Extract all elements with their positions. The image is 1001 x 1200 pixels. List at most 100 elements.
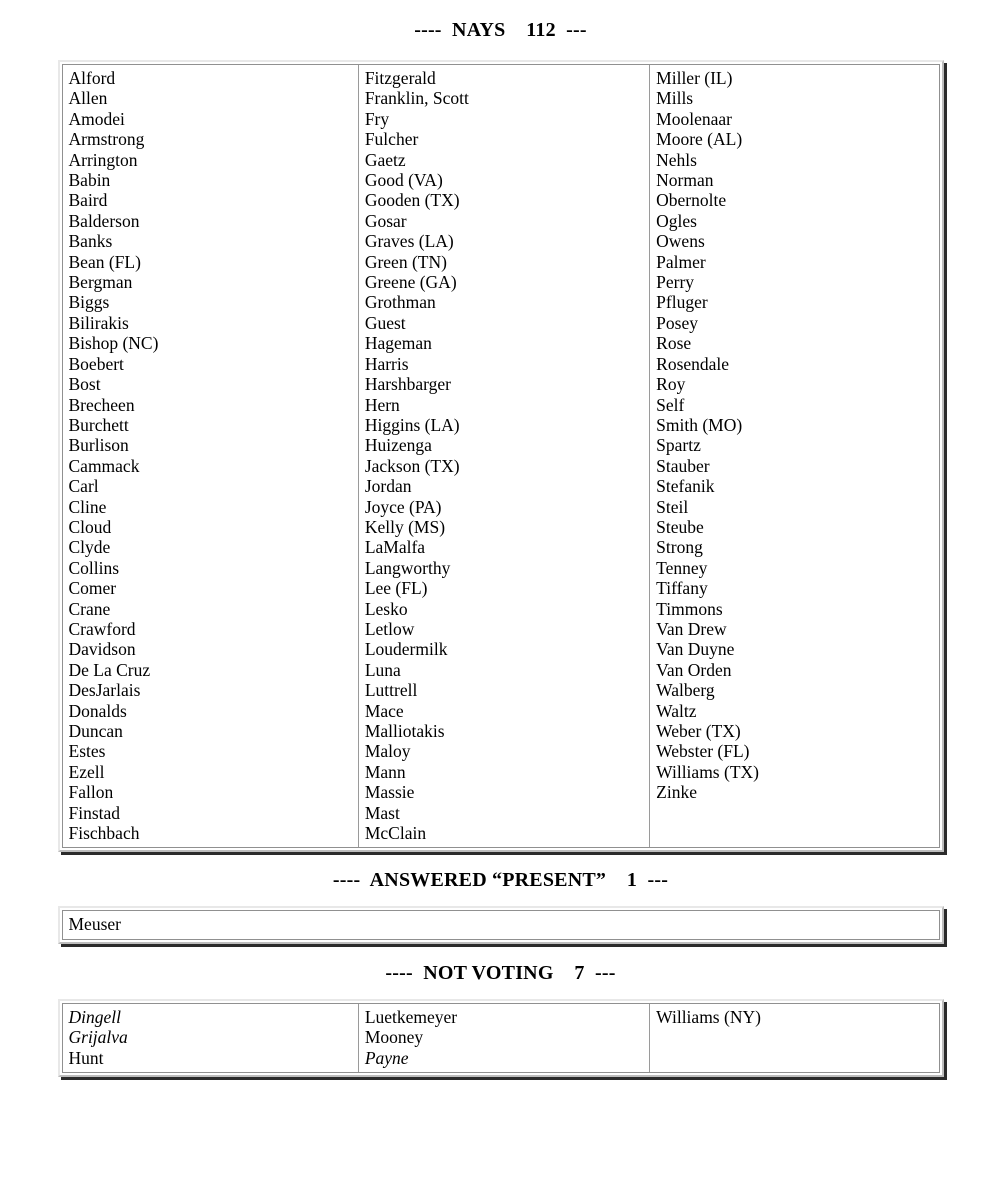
nays-column-1: Alford Allen Amodei Armstrong Arrington …: [63, 65, 359, 848]
list-item: Rosendale: [656, 353, 730, 374]
list-item: Arrington: [68, 149, 138, 170]
list-item: Gosar: [364, 210, 407, 231]
list-item: Ezell: [68, 761, 105, 782]
list-item: Tenney: [656, 557, 708, 578]
nays-column-3: Miller (IL) Mills Moolenaar Moore (AL) N…: [650, 65, 938, 847]
list-item: Gooden (TX): [364, 190, 460, 211]
list-item: Fulcher: [364, 129, 419, 150]
present-column-1: Meuser: [63, 911, 939, 938]
list-item: Armstrong: [68, 129, 145, 150]
list-item: Mooney: [364, 1027, 424, 1048]
list-item: Collins: [68, 557, 120, 578]
list-item: Stefanik: [656, 476, 715, 497]
not-voting-column-1: Dingell Grijalva Hunt: [63, 1003, 359, 1073]
list-item: Walberg: [656, 680, 715, 701]
list-item: Grijalva: [68, 1027, 128, 1048]
list-item: Williams (TX): [656, 761, 759, 782]
list-item: Brecheen: [68, 394, 135, 415]
nays-section-heading: ---- NAYS 112 ---: [414, 19, 587, 41]
list-item: Weber (TX): [656, 721, 741, 741]
list-item: Davidson: [68, 639, 136, 660]
list-item: Mann: [364, 761, 406, 782]
list-item: LaMalfa: [364, 537, 426, 558]
list-item: Moore (AL): [656, 129, 743, 150]
list-item: Perry: [656, 272, 695, 293]
list-item: Huizenga: [364, 435, 432, 456]
list-item: Harris: [364, 353, 409, 374]
list-item: Babin: [68, 170, 111, 191]
list-item: Bilirakis: [68, 312, 129, 333]
list-item: Burlison: [68, 435, 129, 456]
list-item: Higgins (LA): [364, 414, 460, 435]
list-item: Harshbarger: [364, 374, 451, 395]
list-item: Steube: [656, 516, 704, 537]
list-item: Alford: [68, 68, 116, 88]
list-item: Waltz: [656, 700, 697, 721]
present-table-inner: Meuser: [61, 910, 940, 940]
list-item: Fry: [364, 108, 390, 129]
list-item: Jordan: [364, 476, 412, 497]
list-item: Cline: [68, 496, 107, 517]
list-item: Allen: [68, 88, 108, 109]
list-item: Crane: [68, 598, 111, 619]
list-item: Palmer: [656, 251, 706, 272]
list-item: Finstad: [68, 802, 121, 823]
list-item: Joyce (PA): [364, 496, 442, 517]
list-item: Self: [656, 394, 685, 415]
list-item: Ogles: [656, 210, 697, 231]
list-item: Hageman: [364, 333, 432, 354]
list-item: Banks: [68, 231, 113, 252]
vote-tally-page: ---- NAYS 112 --- Alford Allen Amodei Ar…: [0, 0, 1001, 1200]
not-voting-table-inner: Dingell Grijalva Hunt Luetkemeyer Mooney…: [61, 1002, 940, 1074]
nays-vote-table: Alford Allen Amodei Armstrong Arrington …: [57, 60, 944, 853]
list-item: De La Cruz: [68, 659, 151, 680]
list-item: Fitzgerald: [364, 68, 436, 88]
list-item: Crawford: [68, 618, 136, 639]
list-item: Van Duyne: [656, 639, 735, 660]
list-item: Cloud: [68, 516, 112, 537]
list-item: Good (VA): [364, 170, 443, 191]
list-item: Steil: [656, 496, 689, 517]
not-voting-column-3: Williams (NY): [650, 1004, 938, 1072]
list-item: Green (TN): [364, 251, 447, 272]
list-item: Clyde: [68, 537, 111, 558]
list-item: Lesko: [364, 598, 408, 619]
list-item: Cammack: [68, 455, 140, 476]
list-item: Owens: [656, 231, 705, 252]
list-item: McClain: [364, 823, 427, 844]
list-item: Mast: [364, 802, 400, 823]
list-item: Grothman: [364, 292, 436, 313]
list-item: Miller (IL): [656, 68, 733, 88]
list-item: Bergman: [68, 272, 133, 293]
list-item: Balderson: [68, 210, 140, 231]
list-item: Malliotakis: [364, 721, 445, 741]
present-section-heading: ---- ANSWERED “PRESENT” 1 ---: [332, 869, 669, 892]
list-item: Langworthy: [364, 557, 451, 578]
not-voting-column-2: Luetkemeyer Mooney Payne: [359, 1003, 651, 1073]
list-item: Posey: [656, 312, 698, 333]
list-item: Van Drew: [656, 618, 727, 639]
list-item: Hern: [364, 394, 400, 415]
list-item: Baird: [68, 190, 108, 211]
list-item: Rose: [656, 333, 692, 354]
not-voting-vote-table: Dingell Grijalva Hunt Luetkemeyer Mooney…: [57, 998, 944, 1078]
list-item: Franklin, Scott: [364, 88, 469, 109]
list-item: Donalds: [68, 700, 127, 721]
list-item: Mace: [364, 700, 404, 721]
list-item: Amodei: [68, 108, 125, 129]
list-item: Zinke: [656, 782, 697, 803]
list-item: Pfluger: [656, 292, 708, 313]
list-item: Luttrell: [364, 680, 418, 701]
list-item: Guest: [364, 312, 406, 333]
list-item: Greene (GA): [364, 272, 457, 293]
present-vote-table: Meuser: [57, 906, 944, 944]
list-item: Kelly (MS): [364, 516, 446, 537]
list-item: Payne: [364, 1047, 409, 1068]
list-item: Williams (NY): [656, 1006, 761, 1027]
list-item: Biggs: [68, 292, 110, 313]
list-item: Boebert: [68, 353, 124, 374]
list-item: Letlow: [364, 618, 415, 639]
list-item: Obernolte: [656, 190, 727, 211]
list-item: Duncan: [68, 721, 123, 741]
list-item: Roy: [656, 374, 686, 395]
